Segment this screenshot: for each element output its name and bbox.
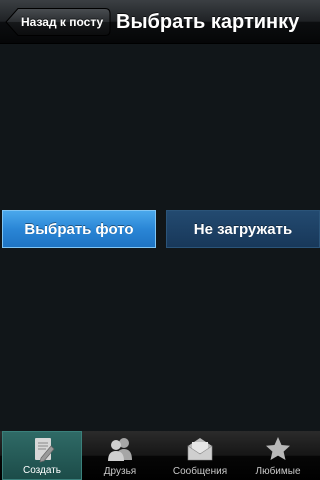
- tab-favorites-label: Любимые: [255, 466, 301, 477]
- tab-friends[interactable]: Друзья: [80, 431, 160, 480]
- navigation-bar: Назад к посту Выбрать картинку: [0, 0, 320, 44]
- star-icon: [266, 437, 290, 460]
- tab-favorites[interactable]: Любимые: [238, 431, 318, 480]
- app-screen: Назад к посту Выбрать картинку Выбрать ф…: [0, 0, 320, 480]
- back-to-post-button[interactable]: Назад к посту: [5, 7, 111, 37]
- skip-upload-button[interactable]: Не загружать: [166, 210, 320, 248]
- compose-icon: [35, 438, 55, 463]
- tab-friends-label: Друзья: [103, 466, 137, 477]
- back-button-label: Назад к посту: [21, 15, 104, 29]
- choose-photo-button[interactable]: Выбрать фото: [2, 210, 156, 248]
- tab-create-label: Создать: [22, 465, 61, 476]
- tab-messages[interactable]: Сообщения: [160, 431, 240, 480]
- page-title: Выбрать картинку: [116, 11, 300, 33]
- friends-icon: [108, 438, 132, 461]
- main-content: Выбрать фото Не загружать: [0, 44, 320, 431]
- tab-messages-label: Сообщения: [172, 466, 228, 477]
- tab-create[interactable]: Создать: [2, 431, 82, 480]
- tab-bar: Создать Друзья Сообщения Любимые: [0, 431, 320, 480]
- messages-icon: [187, 438, 213, 461]
